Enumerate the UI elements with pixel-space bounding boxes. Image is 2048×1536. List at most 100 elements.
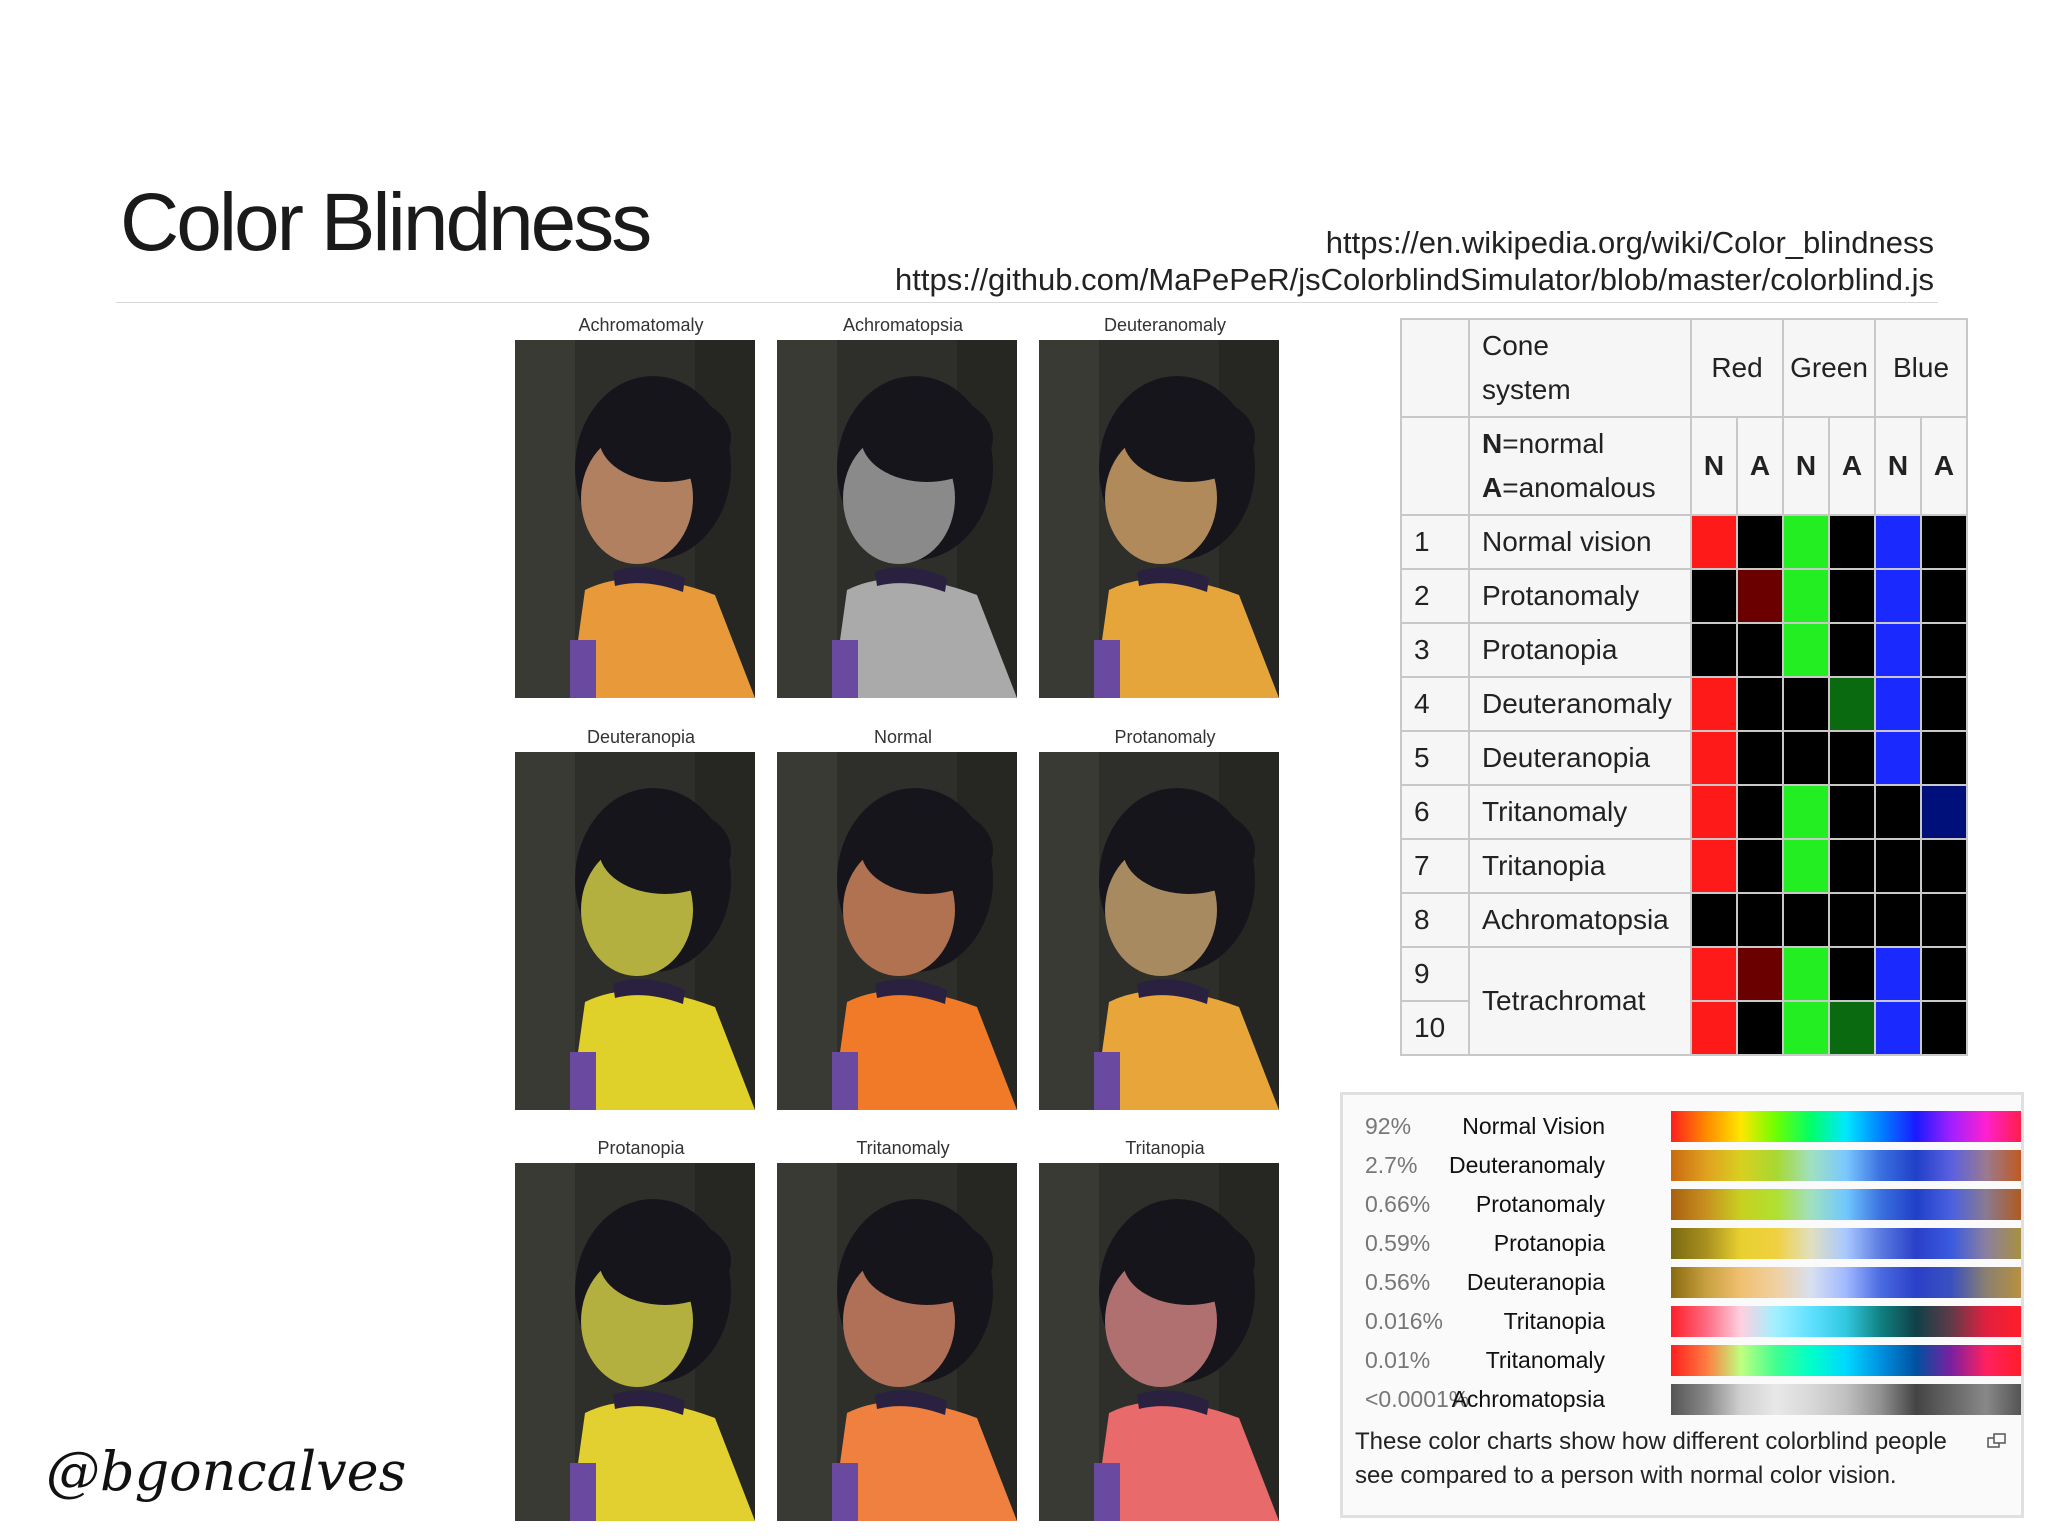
simulation-photo-cell: Protanomaly — [1034, 722, 1296, 1110]
cone-color-swatch — [1736, 1000, 1784, 1056]
cone-system-header: Cone system — [1468, 318, 1692, 418]
table-row: 8 Achromatopsia — [1400, 892, 1968, 948]
cone-color-swatch — [1828, 622, 1876, 678]
spectrum-caption: These color charts show how different co… — [1355, 1428, 1947, 1489]
row-number: 1 — [1400, 514, 1470, 570]
cone-color-swatch — [1828, 784, 1876, 840]
corner-cell — [1400, 318, 1470, 418]
reference-links: https://en.wikipedia.org/wiki/Color_blin… — [895, 224, 1934, 298]
cone-color-swatch — [1874, 784, 1922, 840]
row-number: 10 — [1400, 1000, 1470, 1056]
prevalence-percent: 0.01% — [1365, 1347, 1431, 1373]
wikipedia-link[interactable]: https://en.wikipedia.org/wiki/Color_blin… — [895, 224, 1934, 261]
cone-color-swatch — [1736, 892, 1784, 948]
prevalence-percent: 0.66% — [1365, 1191, 1431, 1217]
simulation-photo-cell: Tritanopia — [1034, 1133, 1296, 1521]
prevalence-percent: 2.7% — [1365, 1152, 1418, 1178]
girl-portrait-image — [1039, 340, 1279, 698]
spectrum-row: 0.56% Deuteranopia — [1353, 1263, 2021, 1302]
cone-color-swatch — [1782, 514, 1830, 570]
spectrum-row: 2.7% Deuteranomaly — [1353, 1146, 2021, 1185]
table-row: 1 Normal vision — [1400, 514, 1968, 570]
spectrum-bar — [1671, 1111, 2021, 1142]
title-divider — [116, 302, 1938, 303]
twitter-handle: @bgoncalves — [46, 1440, 407, 1503]
row-number: 7 — [1400, 838, 1470, 894]
photo-caption: Normal — [873, 727, 932, 747]
girl-portrait-image — [515, 340, 755, 698]
spectrum-row: 92% Normal Vision — [1353, 1107, 2021, 1146]
green-header: Green — [1782, 318, 1876, 418]
cone-color-swatch — [1920, 568, 1968, 624]
row-number: 4 — [1400, 676, 1470, 732]
simulation-photo-grid: Achromatomaly Achromatopsia Deuteranomaly D… — [510, 310, 1292, 1530]
table-row: 4 Deuteranomaly — [1400, 676, 1968, 732]
github-link[interactable]: https://github.com/MaPePeR/jsColorblindS… — [895, 261, 1934, 298]
cone-color-swatch — [1828, 676, 1876, 732]
cone-color-swatch — [1828, 1000, 1876, 1056]
table-row: 5 Deuteranopia — [1400, 730, 1968, 786]
photo-caption: Achromatomaly — [578, 315, 704, 335]
cone-color-swatch — [1782, 730, 1830, 786]
cone-color-swatch — [1874, 1000, 1922, 1056]
cone-color-swatch — [1690, 676, 1738, 732]
spectrum-row: 0.66% Protanomaly — [1353, 1185, 2021, 1224]
cone-color-swatch — [1920, 730, 1968, 786]
condition-name: Tritanomaly — [1468, 784, 1692, 840]
row-number: 6 — [1400, 784, 1470, 840]
spectrum-row: 0.01% Tritanomaly — [1353, 1341, 2021, 1380]
photo-caption: Protanopia — [597, 1138, 685, 1158]
simulation-photo-cell: Deuteranopia — [510, 722, 772, 1110]
row-number: 8 — [1400, 892, 1470, 948]
cone-subheader: N — [1874, 416, 1922, 516]
expand-icon[interactable] — [1987, 1433, 2007, 1449]
cone-color-swatch — [1736, 514, 1784, 570]
vision-type-name: Normal Vision — [1462, 1113, 1605, 1139]
cone-color-swatch — [1874, 946, 1922, 1002]
cone-color-swatch — [1874, 622, 1922, 678]
cone-color-swatch — [1920, 622, 1968, 678]
condition-name: Tritanopia — [1468, 838, 1692, 894]
cone-color-swatch — [1690, 784, 1738, 840]
vision-type-name: Deuteranopia — [1466, 1269, 1605, 1295]
prevalence-percent: 0.016% — [1365, 1308, 1444, 1334]
cone-color-swatch — [1690, 1000, 1738, 1056]
cone-color-swatch — [1828, 568, 1876, 624]
cone-color-swatch — [1736, 784, 1784, 840]
simulation-photo-cell: Protanopia — [510, 1133, 772, 1521]
condition-name: Achromatopsia — [1468, 892, 1692, 948]
simulation-photo-cell: Deuteranomaly — [1034, 310, 1296, 698]
spectrum-row: 0.59% Protanopia — [1353, 1224, 2021, 1263]
cone-color-swatch — [1690, 568, 1738, 624]
prevalence-percent: 0.59% — [1365, 1230, 1431, 1256]
cone-color-swatch — [1828, 838, 1876, 894]
cone-color-swatch — [1920, 892, 1968, 948]
spectrum-row: 0.016% Tritanopia — [1353, 1302, 2021, 1341]
cone-subheader: N — [1782, 416, 1830, 516]
photo-caption: Deuteranopia — [586, 727, 696, 747]
red-header: Red — [1690, 318, 1784, 418]
condition-name: Deuteranopia — [1468, 730, 1692, 786]
simulation-photo-cell: Tritanomaly — [772, 1133, 1034, 1521]
cone-color-swatch — [1874, 892, 1922, 948]
row-number: 5 — [1400, 730, 1470, 786]
condition-name: Normal vision — [1468, 514, 1692, 570]
cone-color-swatch — [1874, 730, 1922, 786]
cone-color-swatch — [1782, 568, 1830, 624]
table-row: 2 Protanomaly — [1400, 568, 1968, 624]
condition-name: Deuteranomaly — [1468, 676, 1692, 732]
condition-name: Tetrachromat — [1468, 946, 1692, 1056]
cone-color-swatch — [1782, 892, 1830, 948]
cone-color-swatch — [1874, 676, 1922, 732]
cone-color-swatch — [1920, 784, 1968, 840]
cone-color-swatch — [1690, 946, 1738, 1002]
cone-subheader: A — [1736, 416, 1784, 516]
cone-subheader: A — [1920, 416, 1968, 516]
cone-color-swatch — [1874, 838, 1922, 894]
cone-color-swatch — [1736, 568, 1784, 624]
legend-cell: N=normal A=anomalous — [1468, 416, 1692, 516]
vision-type-name: Deuteranomaly — [1449, 1152, 1605, 1178]
cone-color-swatch — [1828, 892, 1876, 948]
cone-color-swatch — [1736, 838, 1784, 894]
cone-color-swatch — [1690, 514, 1738, 570]
